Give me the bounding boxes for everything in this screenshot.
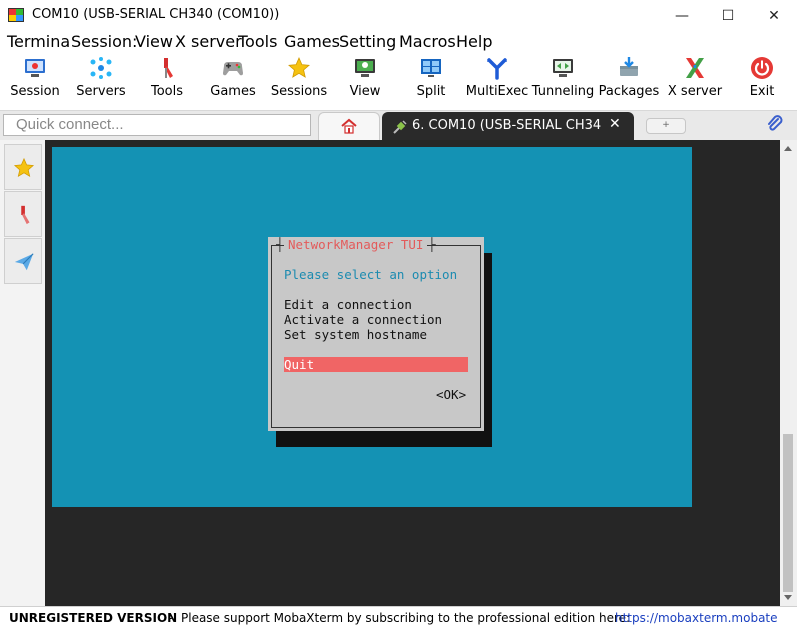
dialog-title: NetworkManager TUI (276, 237, 436, 252)
maximize-button[interactable]: ☐ (705, 0, 751, 31)
tunneling-icon (553, 59, 573, 77)
games-icon (223, 62, 243, 76)
option-edit-connection[interactable]: Edit a connection (284, 297, 412, 312)
toolbar-exit-button[interactable]: Exit (729, 52, 795, 106)
menu-tools[interactable]: Tools (238, 32, 277, 51)
home-tab[interactable] (318, 112, 380, 142)
servers-icon (90, 57, 112, 79)
scroll-up-arrow-icon[interactable] (784, 146, 792, 151)
close-window-button[interactable]: ✕ (751, 0, 797, 31)
split-icon (421, 59, 441, 77)
support-message: Please support MobaXterm by subscribing … (181, 611, 631, 625)
multiexec-icon (487, 58, 507, 80)
menu-sessions[interactable]: Session: (71, 32, 137, 51)
terminal-scrollbar[interactable] (780, 140, 797, 606)
sidebar-macros-button[interactable] (4, 238, 42, 284)
nmtui-dialog: NetworkManager TUI Please select an opti… (268, 237, 484, 431)
menu-view[interactable]: View (135, 32, 173, 51)
serial-plug-icon (393, 120, 407, 134)
tab-com10-session[interactable]: 6. COM10 (USB-SERIAL CH34 ✕ (382, 112, 634, 142)
menu-bar: Termina Session: View X server Tools Gam… (0, 31, 797, 52)
quick-connect-input[interactable]: Quick connect... (3, 114, 311, 136)
subscribe-link[interactable]: https://mobaxterm.mobate (615, 607, 778, 629)
sidebar-tools-button[interactable] (4, 191, 42, 237)
menu-games[interactable]: Games (284, 32, 340, 51)
mobaxterm-app-icon (8, 8, 24, 22)
menu-x-server[interactable]: X server (175, 32, 242, 51)
menu-settings[interactable]: Setting (339, 32, 396, 51)
tab-close-button[interactable]: ✕ (609, 116, 621, 132)
status-bar: UNREGISTERED VERSION - Please support Mo… (0, 606, 797, 630)
menu-help[interactable]: Help (456, 32, 492, 51)
x-server-icon (686, 58, 704, 78)
dialog-prompt: Please select an option (284, 267, 458, 282)
scrollbar-thumb[interactable] (783, 434, 793, 592)
status-separator: - (168, 611, 173, 625)
tab-label: 6. COM10 (USB-SERIAL CH34 (412, 118, 602, 133)
ok-button[interactable]: <OK> (436, 387, 466, 402)
title-bar: COM10 (USB-SERIAL CH340 (COM10)) — ☐ ✕ (0, 0, 797, 31)
tools-icon (21, 205, 30, 225)
star-icon (13, 157, 35, 178)
toolbar-label: Exit (749, 84, 775, 99)
window-title: COM10 (USB-SERIAL CH340 (COM10)) (32, 7, 280, 22)
menu-terminal[interactable]: Termina (7, 32, 70, 51)
left-sidebar (0, 140, 46, 606)
packages-icon (620, 57, 638, 76)
session-icon (25, 59, 45, 77)
quick-connect-bar: Quick connect... 6. COM10 (USB-SERIAL CH… (0, 110, 797, 142)
unregistered-label: UNREGISTERED VERSION (9, 611, 178, 625)
new-tab-button[interactable]: + (646, 118, 686, 134)
sessions-star-icon (288, 57, 310, 78)
option-activate-connection[interactable]: Activate a connection (284, 312, 442, 327)
exit-power-icon (751, 57, 773, 79)
menu-macros[interactable]: Macros (399, 32, 456, 51)
scroll-down-arrow-icon[interactable] (784, 595, 792, 600)
minimize-button[interactable]: — (659, 0, 705, 31)
option-set-hostname[interactable]: Set system hostname (284, 327, 427, 342)
home-icon (341, 118, 357, 134)
view-icon (355, 59, 375, 77)
option-quit-selected[interactable]: Quit (284, 357, 468, 372)
tools-icon (164, 58, 173, 78)
paperclip-icon[interactable] (765, 114, 785, 134)
sidebar-sessions-button[interactable] (4, 144, 42, 190)
toolbar: Session Servers Tools Games Sessions Vie… (0, 52, 797, 110)
paper-plane-icon (14, 253, 34, 271)
